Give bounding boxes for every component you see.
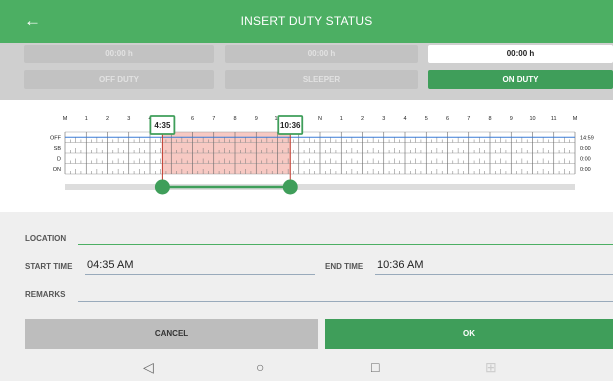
start-time-label: START TIME [25,262,73,271]
page-title: INSERT DUTY STATUS [240,14,373,28]
status-selector: 00:00 h 00:00 h 00:00 h OFF DUTY SLEEPER… [0,43,613,100]
cancel-button[interactable]: CANCEL [25,319,318,349]
row-label: D [57,156,61,162]
system-nav-bar: ◁ ○ □ ⊞ [0,355,613,381]
end-handle[interactable] [282,179,298,195]
ok-button[interactable]: OK [325,319,613,349]
remarks-label: REMARKS [25,290,66,299]
start-handle[interactable] [154,179,170,195]
hour-label: 7 [212,116,215,122]
hour-label: 8 [488,116,491,122]
hour-label: 6 [191,116,194,122]
row-total: 0:00 [580,167,591,173]
hour-label: 2 [106,116,109,122]
row-total: 0:00 [580,146,591,152]
start-time-label: 4:35 [154,121,171,130]
hour-label: 9 [510,116,513,122]
location-label: LOCATION [25,234,67,243]
slider-rail [65,184,575,190]
hour-label: 6 [446,116,449,122]
off-duty-button[interactable]: OFF DUTY [24,70,214,89]
row-total: 14:59 [580,135,594,141]
end-time-label: 10:36 [280,121,301,130]
hour-label: 1 [340,116,343,122]
remarks-input[interactable] [78,301,613,302]
hour-label: M [573,116,578,122]
off-duty-duration: 00:00 h [24,45,214,63]
duty-form: LOCATION START TIME 04:35 AM END TIME 10… [0,212,613,381]
end-time-input[interactable] [375,274,613,275]
end-time-value: 10:36 AM [377,259,424,271]
on-duty-duration: 00:00 h [428,45,613,63]
sleeper-duration: 00:00 h [225,45,418,63]
row-label: ON [53,167,61,173]
back-triangle-icon[interactable]: ◁ [143,359,154,375]
row-label: OFF [50,135,62,141]
home-circle-icon[interactable]: ○ [256,359,264,375]
hour-label: 3 [127,116,130,122]
hour-label: 3 [382,116,385,122]
hour-label: 2 [361,116,364,122]
hour-label: 1 [85,116,88,122]
start-time-value: 04:35 AM [87,259,134,271]
row-label: SB [54,146,62,152]
start-time-input[interactable] [85,274,315,275]
hour-label: 5 [425,116,428,122]
duty-log-chart: M1234567891011N1234567891011MOFFSBDON14:… [0,100,613,212]
grid-icon: ⊞ [485,359,497,375]
hour-label: N [318,116,322,122]
hour-label: 10 [529,116,535,122]
log-grid[interactable]: M1234567891011N1234567891011MOFFSBDON14:… [0,100,613,212]
hour-label: M [63,116,68,122]
end-time-label: END TIME [325,262,364,271]
on-duty-button[interactable]: ON DUTY [428,70,613,89]
location-input[interactable] [78,244,613,245]
row-total: 0:00 [580,156,591,162]
hour-label: 9 [255,116,258,122]
hour-label: 4 [403,116,406,122]
hour-label: 7 [467,116,470,122]
hour-label: 8 [233,116,236,122]
recents-square-icon[interactable]: □ [371,359,379,375]
hour-label: 11 [551,116,557,122]
sleeper-button[interactable]: SLEEPER [225,70,418,89]
app-bar: ← INSERT DUTY STATUS [0,0,613,43]
